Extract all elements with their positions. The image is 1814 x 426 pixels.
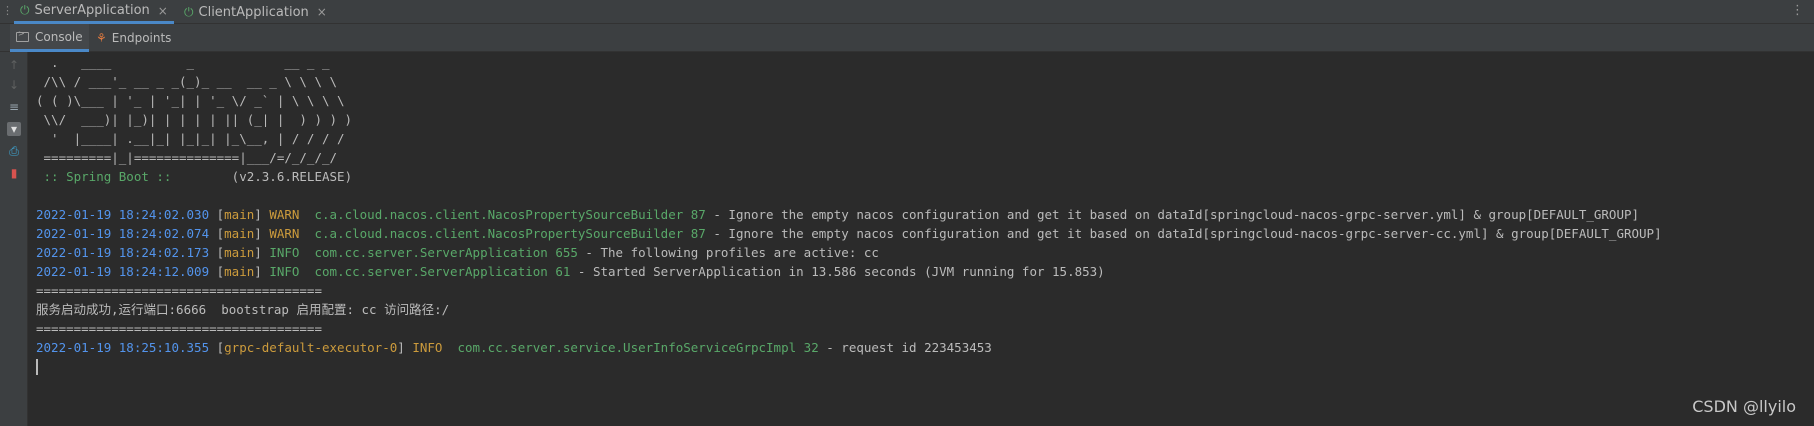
log-logger: com.cc.server.service.UserInfoServiceGrp…: [457, 340, 819, 355]
watermark: CSDN @llyilo: [1692, 397, 1796, 416]
log-message: - request id 223453453: [818, 340, 992, 355]
log-line: 2022-01-19 18:24:02.030 [main] WARN c.a.…: [36, 207, 1640, 222]
log-logger: com.cc.server.ServerApplication 655: [314, 245, 578, 260]
separator-line: ======================================: [36, 283, 322, 298]
banner-line: ' |____| .__|_| |_|_| |_\__, | / / / /: [36, 131, 345, 146]
arrow-down-icon[interactable]: ↓: [7, 78, 21, 92]
banner-line: /\\ / ___'_ __ _ _(_)_ __ __ _ \ \ \ \: [36, 74, 338, 89]
banner-line: =========|_|==============|___/=/_/_/_/: [36, 150, 338, 165]
log-message: - Ignore the empty nacos configuration a…: [705, 207, 1640, 222]
startup-message: 服务启动成功,运行端口:6666 bootstrap 启用配置: cc 访问路径…: [36, 302, 450, 317]
log-thread: main: [224, 264, 255, 279]
log-logger: c.a.cloud.nacos.client.NacosPropertySour…: [314, 226, 706, 241]
log-level: INFO: [269, 245, 307, 260]
log-thread: main: [224, 226, 255, 241]
tab-client-application[interactable]: ⏻ ClientApplication ×: [178, 0, 333, 24]
log-thread: main: [224, 245, 255, 260]
log-message: - Started ServerApplication in 13.586 se…: [570, 264, 1105, 279]
separator-line: ======================================: [36, 321, 322, 336]
log-logger: c.a.cloud.nacos.client.NacosPropertySour…: [314, 207, 706, 222]
console-icon: [16, 29, 29, 42]
run-config-icon: ⏻: [20, 3, 30, 17]
log-timestamp: 2022-01-19 18:24:02.173: [36, 245, 210, 260]
console-tabbar: Console ⚘ Endpoints: [0, 24, 1814, 52]
console-output[interactable]: . ____ _ __ _ _ /\\ / ___'_ __ _ _(_)_ _…: [36, 52, 1814, 426]
soft-wrap-icon[interactable]: ≡: [7, 100, 21, 114]
close-icon[interactable]: ×: [317, 5, 327, 19]
endpoints-icon: ⚘: [96, 31, 107, 45]
spring-boot-version: (v2.3.6.RELEASE): [179, 169, 353, 184]
print-icon[interactable]: ⎙: [7, 144, 21, 158]
log-message: - The following profiles are active: cc: [577, 245, 879, 260]
log-level: INFO: [269, 264, 307, 279]
trash-icon[interactable]: ▮: [7, 166, 21, 180]
close-icon[interactable]: ×: [158, 4, 168, 18]
tabbar-grip-icon[interactable]: ⋮: [2, 4, 13, 17]
tab-label: Console: [35, 29, 83, 44]
spring-boot-label: :: Spring Boot ::: [36, 169, 179, 184]
log-timestamp: 2022-01-19 18:24:02.030: [36, 207, 210, 222]
arrow-up-icon[interactable]: ↑: [7, 58, 21, 72]
scroll-to-end-icon[interactable]: ▾: [7, 122, 21, 136]
banner-line: \\/ ___)| |_)| | | | | || (_| | ) ) ) ): [36, 112, 353, 127]
text-cursor: [36, 359, 38, 375]
log-line: 2022-01-19 18:24:12.009 [main] INFO com.…: [36, 264, 1105, 279]
console-toolbar: ↑ ↓ ≡ ▾ ⎙ ▮: [0, 52, 28, 426]
tab-endpoints[interactable]: ⚘ Endpoints: [90, 24, 177, 52]
log-timestamp: 2022-01-19 18:24:02.074: [36, 226, 210, 241]
run-config-icon: ⏻: [184, 4, 194, 19]
tab-console[interactable]: Console: [10, 24, 89, 52]
log-line: 2022-01-19 18:25:10.355 [grpc-default-ex…: [36, 340, 992, 355]
log-level: WARN: [269, 207, 307, 222]
banner-line: ( ( )\___ | '_ | '_| | '_ \/ _` | \ \ \ …: [36, 93, 345, 108]
log-timestamp: 2022-01-19 18:24:12.009: [36, 264, 210, 279]
log-thread: main: [224, 207, 255, 222]
log-line: 2022-01-19 18:24:02.173 [main] INFO com.…: [36, 245, 879, 260]
log-line: 2022-01-19 18:24:02.074 [main] WARN c.a.…: [36, 226, 1662, 241]
tab-label: ClientApplication: [198, 4, 309, 20]
run-tabbar: ⋮ ⏻ ServerApplication × ⏻ ClientApplicat…: [0, 0, 1814, 24]
spring-boot-version-line: :: Spring Boot :: (v2.3.6.RELEASE): [36, 167, 353, 186]
log-logger: com.cc.server.ServerApplication 61: [314, 264, 571, 279]
log-message: - Ignore the empty nacos configuration a…: [705, 226, 1662, 241]
more-options-icon[interactable]: ⋮: [1791, 3, 1804, 18]
tab-label: ServerApplication: [34, 3, 150, 18]
log-level: INFO: [412, 340, 450, 355]
log-level: WARN: [269, 226, 307, 241]
banner-line: . ____ _ __ _ _: [36, 55, 330, 70]
log-timestamp: 2022-01-19 18:25:10.355: [36, 340, 210, 355]
tab-server-application[interactable]: ⏻ ServerApplication ×: [14, 0, 174, 24]
tab-label: Endpoints: [111, 31, 172, 45]
log-thread: grpc-default-executor-0: [224, 340, 398, 355]
